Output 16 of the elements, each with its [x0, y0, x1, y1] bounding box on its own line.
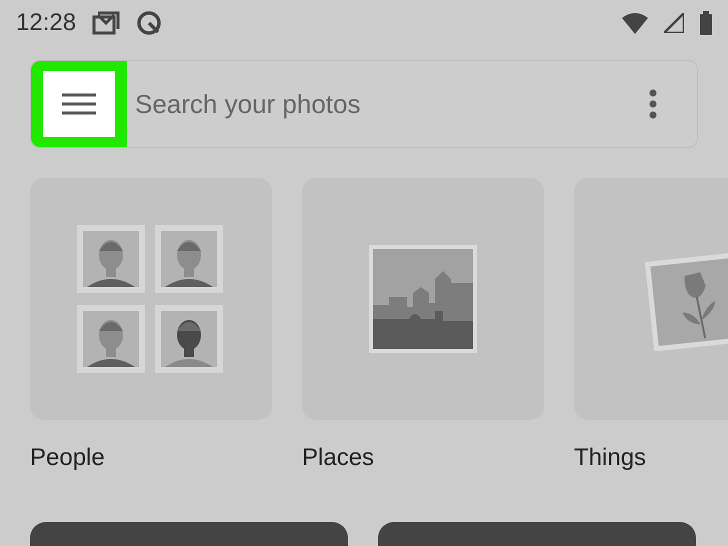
mail-icon [92, 11, 120, 35]
signal-icon [664, 13, 684, 33]
battery-icon [700, 11, 712, 35]
search-bar[interactable]: Search your photos [30, 60, 698, 148]
category-label: People [30, 443, 106, 473]
more-icon[interactable] [649, 89, 657, 119]
circle-icon [136, 10, 162, 36]
wifi-icon [622, 12, 648, 34]
category-card[interactable] [302, 178, 544, 420]
search-field[interactable]: Search your photos [135, 84, 649, 124]
status-time: 12:28 [16, 8, 76, 38]
menu-button[interactable] [31, 61, 127, 147]
menu-icon [62, 93, 96, 115]
category-label: Places [302, 443, 376, 473]
category-label: Things [574, 443, 648, 473]
category-card[interactable] [30, 178, 272, 420]
